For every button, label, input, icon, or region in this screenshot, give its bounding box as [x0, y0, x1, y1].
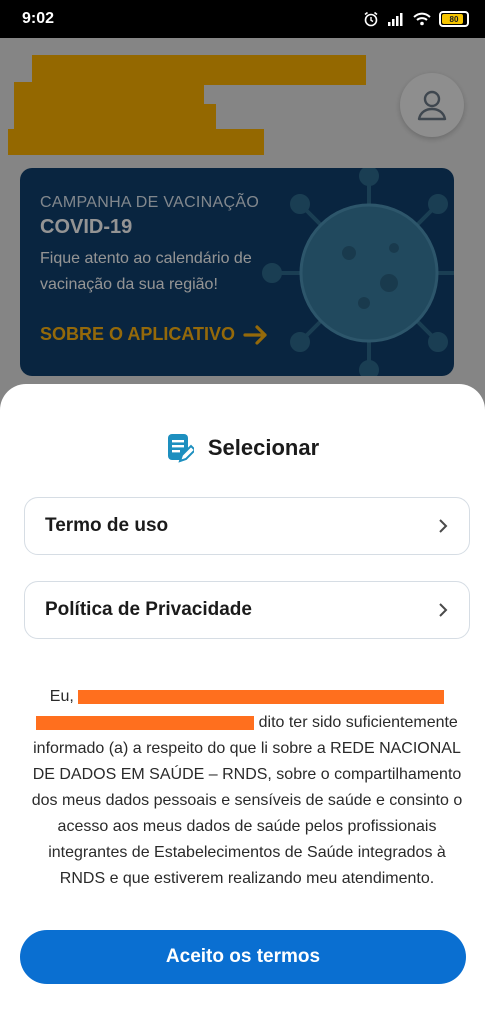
sheet-title: Selecionar [207, 435, 320, 460]
document-edit-icon [167, 434, 194, 463]
signal-icon [388, 13, 403, 26]
option-label: Política de Privacidade [45, 599, 252, 620]
consent-prefix: Eu, [49, 688, 74, 705]
chevron-right-icon [439, 603, 448, 617]
redacted-user-name [78, 689, 445, 704]
chevron-right-icon [439, 519, 448, 533]
battery-icon: 80 [439, 11, 469, 27]
status-bar: 9:02 80 [0, 0, 485, 38]
status-time: 9:02 [22, 10, 55, 27]
sheet-header: Selecionar [0, 432, 485, 464]
option-terms-of-use[interactable]: Termo de uso [24, 497, 470, 555]
option-privacy-policy[interactable]: Política de Privacidade [24, 581, 470, 639]
redacted-user-id [36, 715, 255, 730]
battery-level: 80 [449, 14, 459, 24]
option-label: Termo de uso [45, 515, 169, 536]
alarm-icon [364, 11, 378, 27]
accept-terms-label: Aceito os termos [165, 946, 321, 967]
consent-text: Eu, dito ter sido suficientemente inform… [24, 684, 470, 892]
wifi-icon [413, 12, 431, 26]
status-icons: 80 [363, 11, 469, 27]
bottom-sheet: Selecionar Termo de uso Política de Priv… [0, 384, 485, 1024]
accept-terms-button[interactable]: Aceito os termos [20, 930, 466, 984]
consent-body: dito ter sido suficientemente informado … [31, 714, 463, 887]
